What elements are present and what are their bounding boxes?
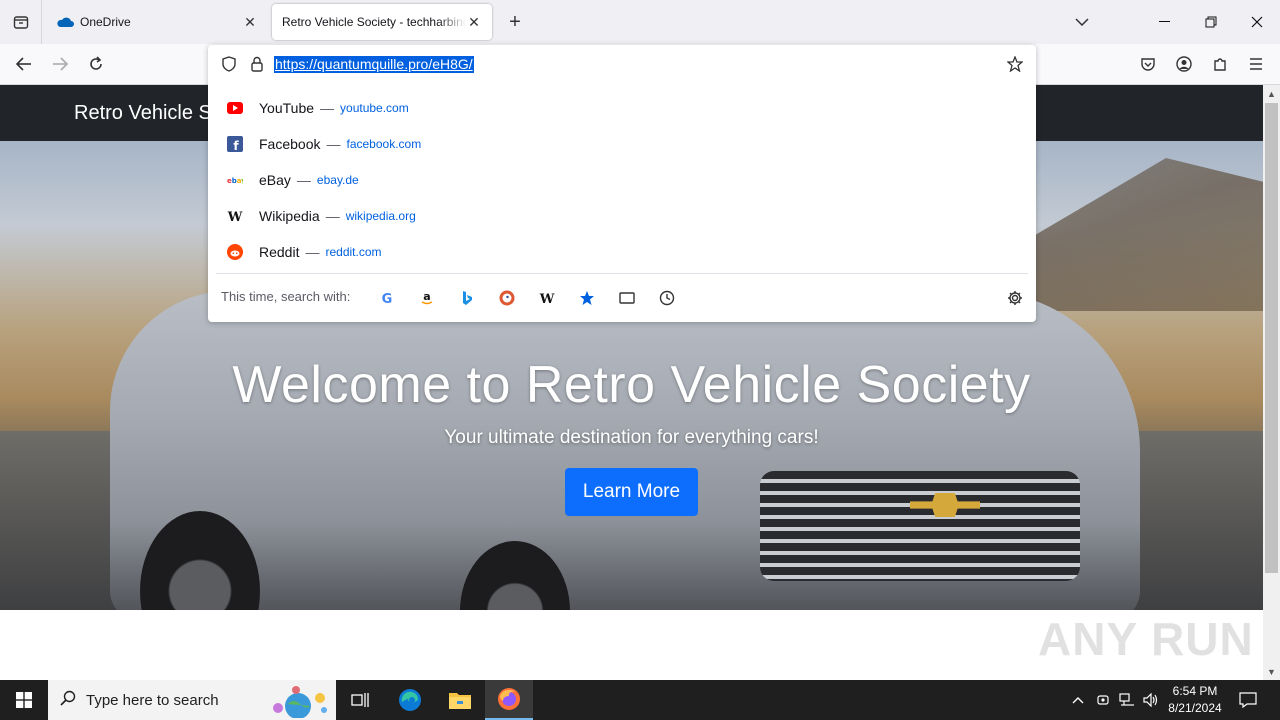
amazon-icon[interactable]: a: [417, 288, 437, 308]
device-icon[interactable]: [1093, 680, 1113, 720]
suggestions-divider: [216, 273, 1028, 274]
ebay-icon: ebay: [227, 172, 243, 188]
clock-date: 8/21/2024: [1168, 701, 1222, 715]
firefox-icon[interactable]: [485, 680, 533, 720]
suggestion-title: Facebook: [259, 136, 321, 152]
bookmark-star-icon[interactable]: [1006, 55, 1024, 73]
suggestion-wikipedia[interactable]: W Wikipedia — wikipedia.org: [216, 198, 1028, 234]
scroll-down-arrow-icon[interactable]: ▼: [1263, 663, 1280, 680]
google-icon[interactable]: G: [377, 288, 397, 308]
close-window-icon[interactable]: [1234, 0, 1280, 44]
wikipedia-icon: W: [227, 208, 243, 224]
suggestion-facebook[interactable]: f Facebook — facebook.com: [216, 126, 1028, 162]
url-input[interactable]: https://quantumquille.pro/eH8G/: [274, 56, 474, 73]
lock-icon[interactable]: [248, 55, 266, 73]
taskbar-clock[interactable]: 6:54 PM 8/21/2024: [1160, 683, 1230, 717]
svg-text:W: W: [227, 210, 243, 222]
scrollbar-thumb[interactable]: [1265, 103, 1278, 573]
list-all-tabs-chevron-icon[interactable]: [1070, 10, 1094, 34]
reload-icon[interactable]: [82, 50, 110, 78]
new-tab-plus-icon[interactable]: +: [503, 10, 527, 34]
account-icon[interactable]: [1170, 50, 1198, 78]
urlbar[interactable]: https://quantumquille.pro/eH8G/: [208, 45, 1036, 83]
svg-text:ebay: ebay: [227, 177, 243, 184]
svg-text:f: f: [233, 139, 239, 152]
anyrun-watermark: ANY RUN: [1038, 613, 1254, 665]
tabs-icon[interactable]: [617, 288, 637, 308]
bing-icon[interactable]: [457, 288, 477, 308]
suggestion-url: ebay.de: [316, 173, 359, 187]
show-hidden-icons-chevron-icon[interactable]: [1068, 680, 1088, 720]
suggestion-url: facebook.com: [346, 137, 422, 151]
volume-speaker-icon[interactable]: [1141, 680, 1161, 720]
suggestion-url: wikipedia.org: [345, 209, 416, 223]
firefox-view-icon: [13, 16, 28, 29]
learn-more-button[interactable]: Learn More: [565, 468, 698, 516]
windows-start-icon[interactable]: [0, 680, 48, 720]
svg-text:W: W: [539, 292, 555, 305]
suggestion-url: reddit.com: [325, 245, 382, 259]
urlbar-dropdown: https://quantumquille.pro/eH8G/ YouTube …: [208, 45, 1036, 322]
tab-strip: OneDrive ✕ Retro Vehicle Society - techh…: [0, 0, 1280, 44]
suggestion-youtube[interactable]: YouTube — youtube.com: [216, 90, 1028, 126]
search-with-label: This time, search with:: [221, 289, 351, 304]
extensions-puzzle-icon[interactable]: [1206, 50, 1234, 78]
history-clock-icon[interactable]: [657, 288, 677, 308]
suggestion-title: YouTube: [259, 100, 315, 116]
taskbar-search-box[interactable]: Type here to search: [48, 680, 336, 720]
svg-text:G: G: [382, 292, 393, 305]
tracking-protection-shield-icon[interactable]: [220, 55, 238, 73]
search-highlight-globe-icon: [260, 684, 332, 720]
duckduckgo-icon[interactable]: [497, 288, 517, 308]
windows-taskbar: Type here to search 6:54 PM 8/21/2024: [0, 680, 1280, 720]
file-explorer-icon[interactable]: [436, 680, 484, 720]
tab-title: Retro Vehicle Society - techharbinger: [282, 15, 466, 29]
wikipedia-search-icon[interactable]: W: [537, 288, 557, 308]
tab-retro-vehicle-society[interactable]: Retro Vehicle Society - techharbinger ✕: [272, 4, 492, 40]
close-tab-icon[interactable]: ✕: [466, 14, 482, 30]
close-tab-icon[interactable]: ✕: [242, 14, 258, 30]
hero-car-grille: [760, 471, 1080, 581]
network-icon[interactable]: [1117, 680, 1137, 720]
page-scrollbar[interactable]: ▲ ▼: [1263, 85, 1280, 680]
facebook-icon: f: [227, 136, 243, 152]
notifications-icon[interactable]: [1236, 680, 1260, 720]
tab-title: OneDrive: [80, 15, 131, 29]
suggestion-url: youtube.com: [340, 101, 409, 115]
edge-browser-icon[interactable]: [386, 680, 434, 720]
clock-time: 6:54 PM: [1172, 684, 1218, 698]
tab-onedrive[interactable]: OneDrive ✕: [46, 4, 268, 40]
firefox-view-button[interactable]: [0, 0, 42, 44]
forward-arrow-icon[interactable]: [46, 50, 74, 78]
suggestion-title: eBay: [259, 172, 291, 188]
taskbar-search-placeholder: Type here to search: [86, 691, 219, 709]
suggestion-reddit[interactable]: Reddit — reddit.com: [216, 234, 1028, 270]
hero-title: Welcome to Retro Vehicle Society: [232, 356, 1031, 414]
restore-icon[interactable]: [1188, 0, 1234, 44]
pocket-icon[interactable]: [1134, 50, 1162, 78]
suggestion-title: Wikipedia: [259, 208, 320, 224]
suggestion-title: Reddit: [259, 244, 300, 260]
search-settings-gear-icon[interactable]: [1005, 288, 1025, 308]
youtube-icon: [227, 100, 243, 116]
task-view-icon[interactable]: [336, 680, 384, 720]
suggestion-ebay[interactable]: ebay eBay — ebay.de: [216, 162, 1028, 198]
scroll-up-arrow-icon[interactable]: ▲: [1263, 85, 1280, 102]
search-magnifier-icon: [60, 690, 76, 710]
back-arrow-icon[interactable]: [10, 50, 38, 78]
onedrive-cloud-icon: [57, 17, 74, 27]
bookmarks-star-icon[interactable]: [577, 288, 597, 308]
svg-text:a: a: [423, 290, 430, 303]
reddit-icon: [227, 244, 243, 260]
hamburger-menu-icon[interactable]: [1242, 50, 1270, 78]
minimize-icon[interactable]: [1142, 0, 1188, 44]
hero-subtitle: Your ultimate destination for everything…: [444, 427, 819, 448]
